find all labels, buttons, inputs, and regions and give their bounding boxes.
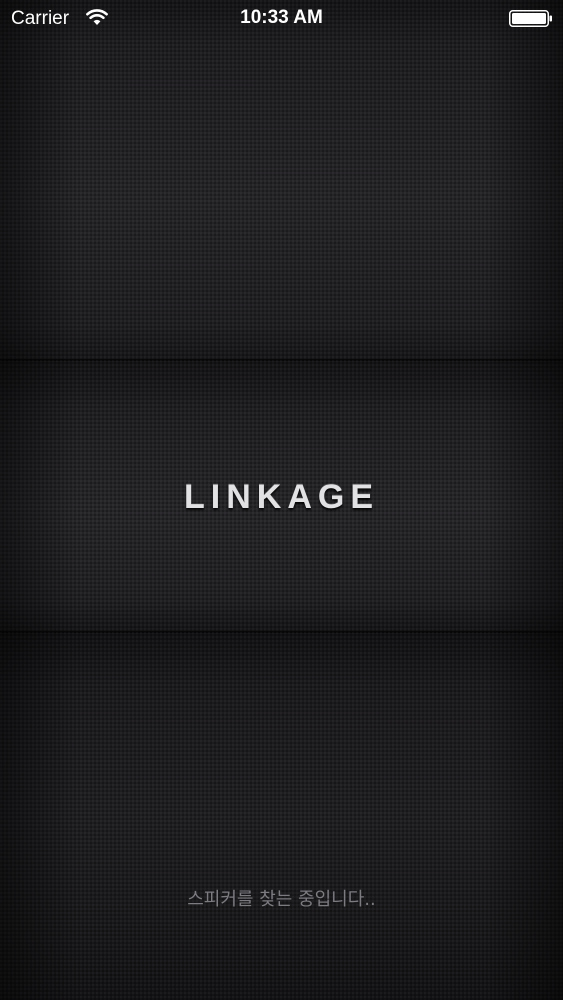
splash-screen: Carrier 10:33 AM LINKAGE 스피커를 찾는 중입니다..	[0, 0, 563, 1000]
app-logo: LINKAGE	[184, 478, 379, 516]
status-bar: Carrier 10:33 AM	[0, 0, 563, 38]
status-time: 10:33 AM	[240, 7, 323, 28]
loading-status-text: 스피커를 찾는 중입니다..	[187, 889, 376, 910]
battery-icon	[509, 10, 552, 27]
